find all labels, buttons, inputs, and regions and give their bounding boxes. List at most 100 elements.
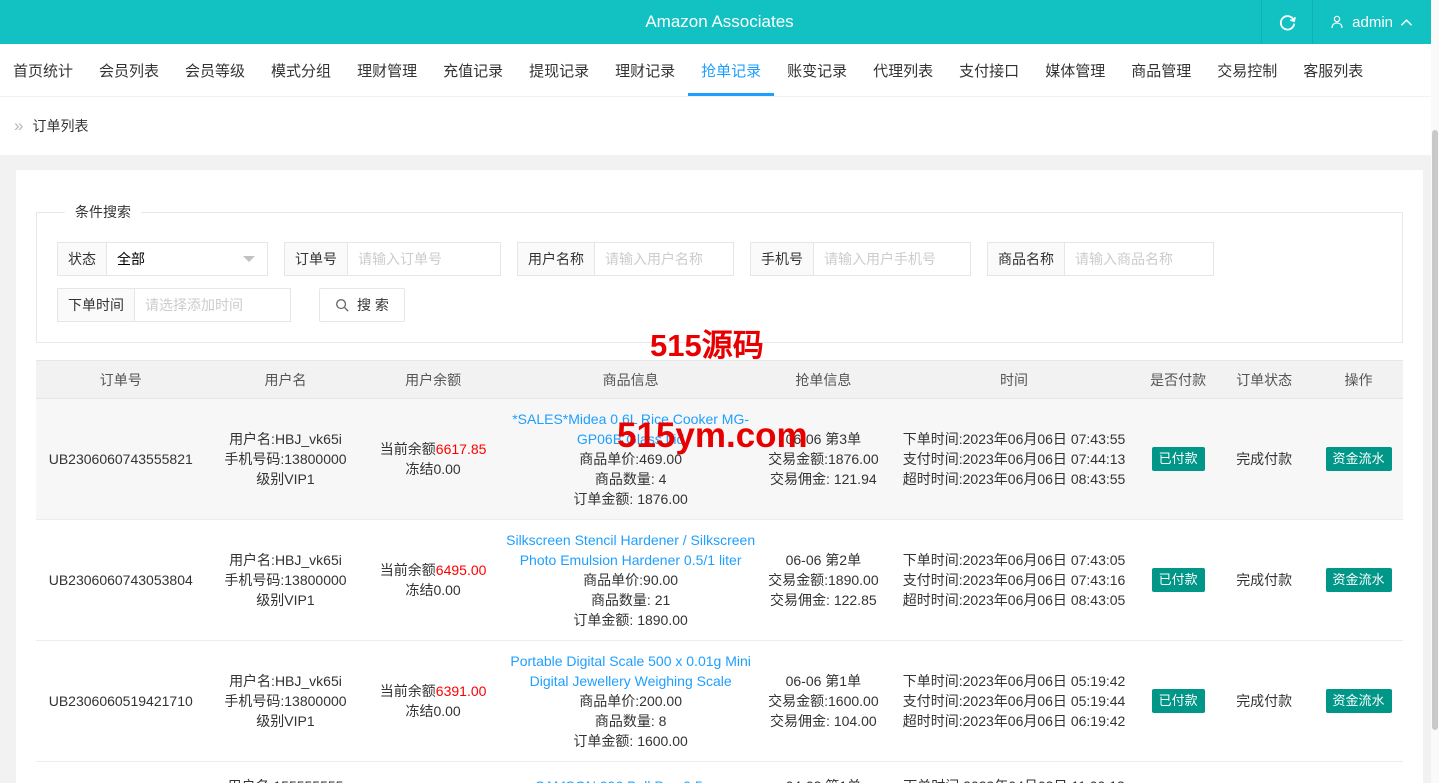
table-row: UB2306060743555821 用户名:HBJ_vk65i 手机号码:13… [36, 399, 1403, 520]
tab-grab-order-records[interactable]: 抢单记录 [688, 44, 774, 96]
tab-account-change-records[interactable]: 账变记录 [774, 44, 860, 96]
tab-member-level[interactable]: 会员等级 [172, 44, 258, 96]
user-name-group: 用户名称 [517, 242, 734, 276]
tab-member-list[interactable]: 会员列表 [86, 44, 172, 96]
order-no-input[interactable] [348, 243, 500, 275]
user-name-label: 用户名称 [518, 243, 595, 275]
col-time: 时间 [886, 361, 1142, 399]
order-no-cell [36, 762, 206, 783]
time-cell: 下单时间:2023年06月06日 07:43:05 支付时间:2023年06月0… [886, 520, 1142, 641]
tab-home-stats[interactable]: 首页统计 [0, 44, 86, 96]
order-no-cell: UB2306060519421710 [36, 641, 206, 762]
col-grab-info: 抢单信息 [760, 361, 886, 399]
top-bar: Amazon Associates admin [0, 0, 1439, 44]
paid-cell [1142, 762, 1214, 783]
product-cell: SAMSON 996 Ball Pen 0.5mm [501, 762, 761, 783]
paid-badge: 已付款 [1152, 568, 1205, 592]
product-cell: Silkscreen Stencil Hardener / Silkscreen… [501, 520, 761, 641]
product-name-label: 商品名称 [988, 243, 1065, 275]
search-fieldset: 条件搜索 状态 全部 订单号 用户名称 手机号 [36, 202, 1403, 343]
paid-cell: 已付款 [1142, 399, 1214, 520]
table-row: UB2306060519421710 用户名:HBJ_vk65i 手机号码:13… [36, 641, 1403, 762]
product-name-input[interactable] [1065, 243, 1213, 275]
tab-agent-list[interactable]: 代理列表 [860, 44, 946, 96]
search-icon [335, 298, 350, 313]
tab-recharge-records[interactable]: 充值记录 [430, 44, 516, 96]
table-row: UB2306060743053804 用户名:HBJ_vk65i 手机号码:13… [36, 520, 1403, 641]
table-header-row: 订单号 用户名 用户余额 商品信息 抢单信息 时间 是否付款 订单状态 操作 [36, 361, 1403, 399]
grab-info-cell: 04-03 第1单 [760, 762, 886, 783]
page-title: 订单列表 [32, 116, 88, 136]
order-no-label: 订单号 [285, 243, 348, 275]
col-user-name: 用户名 [206, 361, 366, 399]
product-link[interactable]: *SALES*Midea 0.6L Rice Cooker MG-GP06B G… [505, 409, 757, 449]
action-cell: 资金流水 [1314, 399, 1403, 520]
action-cell: 资金流水 [1314, 641, 1403, 762]
tab-finance-records[interactable]: 理财记录 [602, 44, 688, 96]
user-icon [1329, 14, 1345, 30]
search-row-2: 下单时间 搜 索 [57, 288, 1382, 322]
search-button-label: 搜 索 [357, 295, 389, 315]
time-cell: 下单时间:2023年06月06日 07:43:55 支付时间:2023年06月0… [886, 399, 1142, 520]
content-area: 条件搜索 状态 全部 订单号 用户名称 手机号 [0, 155, 1439, 783]
product-cell: *SALES*Midea 0.6L Rice Cooker MG-GP06B G… [501, 399, 761, 520]
search-button[interactable]: 搜 索 [319, 288, 405, 322]
product-link[interactable]: SAMSON 996 Ball Pen 0.5mm [505, 776, 757, 783]
user-cell: 用户名:HBJ_vk65i 手机号码:13800000 级别VIP1 [206, 641, 366, 762]
fund-flow-button[interactable]: 资金流水 [1326, 447, 1392, 471]
user-name-input[interactable] [595, 243, 733, 275]
product-link[interactable]: Portable Digital Scale 500 x 0.01g Mini … [505, 651, 757, 691]
phone-input[interactable] [814, 243, 970, 275]
paid-badge: 已付款 [1152, 447, 1205, 471]
admin-user-menu[interactable]: admin [1313, 0, 1431, 44]
paid-cell: 已付款 [1142, 641, 1214, 762]
paid-cell: 已付款 [1142, 520, 1214, 641]
order-no-group: 订单号 [284, 242, 501, 276]
product-link[interactable]: Silkscreen Stencil Hardener / Silkscreen… [505, 530, 757, 570]
status-select[interactable]: 状态 全部 [57, 242, 268, 276]
paid-badge: 已付款 [1152, 689, 1205, 713]
fund-flow-button[interactable]: 资金流水 [1326, 689, 1392, 713]
tab-withdraw-records[interactable]: 提现记录 [516, 44, 602, 96]
col-user-balance: 用户余额 [365, 361, 500, 399]
scrollbar-thumb[interactable] [1432, 130, 1438, 730]
app-title: Amazon Associates [0, 0, 1439, 44]
scrollbar-track[interactable] [1431, 0, 1439, 783]
tab-finance-manage[interactable]: 理财管理 [344, 44, 430, 96]
grab-info-cell: 06-06 第2单 交易金额:1890.00 交易佣金: 122.85 [760, 520, 886, 641]
grab-info-cell: 06-06 第3单 交易金额:1876.00 交易佣金: 121.94 [760, 399, 886, 520]
breadcrumb: » 订单列表 [0, 97, 1439, 155]
search-legend: 条件搜索 [65, 202, 141, 222]
action-cell: 资金流水 [1314, 520, 1403, 641]
order-time-input[interactable] [135, 289, 290, 321]
status-cell: 完成付款 [1214, 399, 1314, 520]
tab-customer-service-list[interactable]: 客服列表 [1290, 44, 1376, 96]
tab-trade-control[interactable]: 交易控制 [1204, 44, 1290, 96]
user-cell: 用户名:HBJ_vk65i 手机号码:13800000 级别VIP1 [206, 399, 366, 520]
refresh-icon [1278, 13, 1297, 32]
tab-mode-group[interactable]: 模式分组 [258, 44, 344, 96]
status-cell [1214, 762, 1314, 783]
topbar-right-controls: admin [1261, 0, 1431, 44]
refresh-button[interactable] [1261, 0, 1313, 44]
fund-flow-button[interactable]: 资金流水 [1326, 568, 1392, 592]
admin-username: admin [1352, 14, 1393, 31]
balance-cell: 当前余额6617.85 冻结0.00 [365, 399, 500, 520]
tab-product-manage[interactable]: 商品管理 [1118, 44, 1204, 96]
user-cell: 用户名:HBJ_vk65i 手机号码:13800000 级别VIP1 [206, 520, 366, 641]
main-nav: 首页统计 会员列表 会员等级 模式分组 理财管理 充值记录 提现记录 理财记录 … [0, 44, 1439, 97]
status-label: 状态 [58, 243, 107, 275]
tab-media-manage[interactable]: 媒体管理 [1032, 44, 1118, 96]
phone-label: 手机号 [751, 243, 814, 275]
status-cell: 完成付款 [1214, 520, 1314, 641]
col-actions: 操作 [1314, 361, 1403, 399]
col-order-no: 订单号 [36, 361, 206, 399]
balance-cell [365, 762, 500, 783]
tab-payment-api[interactable]: 支付接口 [946, 44, 1032, 96]
balance-cell: 当前余额6495.00 冻结0.00 [365, 520, 500, 641]
double-chevron-icon: » [14, 116, 23, 136]
order-list-card: 条件搜索 状态 全部 订单号 用户名称 手机号 [16, 170, 1423, 783]
product-name-group: 商品名称 [987, 242, 1214, 276]
status-cell: 完成付款 [1214, 641, 1314, 762]
col-order-status: 订单状态 [1214, 361, 1314, 399]
